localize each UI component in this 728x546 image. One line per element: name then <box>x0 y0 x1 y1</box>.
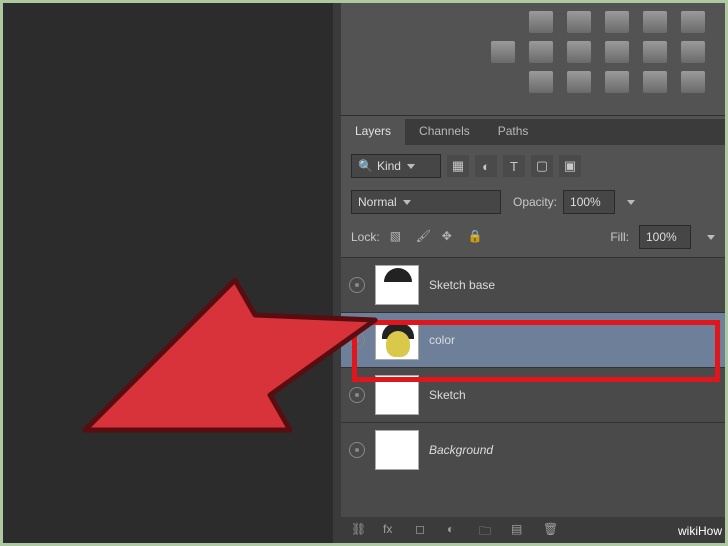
right-panels: Layers Channels Paths 🔍 Kind ▦ ◐ T ▢ ▣ N… <box>341 3 725 543</box>
gradient-map-icon[interactable] <box>643 71 667 93</box>
watermark: wikiHow <box>678 522 722 540</box>
channel-mixer-icon[interactable] <box>643 41 667 63</box>
visibility-icon[interactable] <box>349 387 365 403</box>
layer-row[interactable]: color <box>341 312 725 367</box>
canvas-area <box>3 3 333 543</box>
filter-kind-select[interactable]: 🔍 Kind <box>351 154 441 178</box>
tab-layers[interactable]: Layers <box>341 119 405 145</box>
posterize-icon[interactable] <box>567 71 591 93</box>
blend-mode-value: Normal <box>358 195 397 209</box>
fill-label: Fill: <box>610 230 629 244</box>
chevron-down-icon[interactable] <box>627 200 635 205</box>
link-layers-icon[interactable]: ⛓ <box>351 522 367 538</box>
layers-bottom-bar: ⛓ fx ◻ ◐ 🗀 ▤ 🗑 <box>341 517 725 543</box>
color-lookup-icon[interactable] <box>681 41 705 63</box>
visibility-icon[interactable] <box>349 442 365 458</box>
invert-icon[interactable] <box>529 71 553 93</box>
filter-pixel-icon[interactable]: ▦ <box>447 155 469 177</box>
lock-label: Lock: <box>351 230 380 244</box>
chevron-down-icon <box>407 164 415 169</box>
layer-row[interactable]: Background <box>341 422 725 477</box>
new-layer-icon[interactable]: ▤ <box>511 522 527 538</box>
threshold-icon[interactable] <box>605 71 629 93</box>
layer-row[interactable]: Sketch <box>341 367 725 422</box>
blend-mode-select[interactable]: Normal <box>351 190 501 214</box>
filter-type-icon[interactable]: T <box>503 155 525 177</box>
color-balance-icon[interactable] <box>529 41 553 63</box>
opacity-input[interactable]: 100% <box>563 190 615 214</box>
opacity-value: 100% <box>570 195 601 209</box>
adjustment-layer-icon[interactable]: ◐ <box>447 522 463 538</box>
blend-row: Normal Opacity: 100% <box>351 189 715 215</box>
layer-name[interactable]: Sketch <box>429 388 717 402</box>
search-icon: 🔍 <box>358 159 373 173</box>
filter-adjustment-icon[interactable]: ◐ <box>475 155 497 177</box>
layer-thumbnail[interactable] <box>375 265 419 305</box>
chevron-down-icon[interactable] <box>707 235 715 240</box>
layers-list: Sketch base color Sketch Background <box>341 257 725 517</box>
layer-row[interactable]: Sketch base <box>341 257 725 312</box>
panel-divider[interactable] <box>333 3 341 543</box>
photo-filter-icon[interactable] <box>605 41 629 63</box>
panel-tabs: Layers Channels Paths <box>341 119 725 145</box>
adjustments-panel <box>341 3 725 108</box>
layer-name[interactable]: Sketch base <box>429 278 717 292</box>
fx-icon[interactable]: fx <box>383 522 399 538</box>
separator <box>341 115 725 116</box>
lock-row: Lock: ▧ 🖌 ✥ 🔒 Fill: 100% <box>351 225 715 249</box>
delete-layer-icon[interactable]: 🗑 <box>543 522 559 538</box>
chevron-down-icon <box>403 200 411 205</box>
visibility-icon[interactable] <box>349 277 365 293</box>
lock-move-icon[interactable]: ✥ <box>442 229 458 245</box>
layer-thumbnail[interactable] <box>375 375 419 415</box>
lock-all-icon[interactable]: 🔒 <box>468 229 484 245</box>
tab-paths[interactable]: Paths <box>484 119 543 145</box>
lock-paint-icon[interactable]: 🖌 <box>416 229 432 245</box>
brightness-icon[interactable] <box>529 11 553 33</box>
filter-smart-icon[interactable]: ▣ <box>559 155 581 177</box>
visibility-icon[interactable] <box>349 332 365 348</box>
fill-value: 100% <box>646 230 677 244</box>
group-icon[interactable]: 🗀 <box>479 522 495 538</box>
layer-thumbnail[interactable] <box>375 320 419 360</box>
layer-thumbnail[interactable] <box>375 430 419 470</box>
vibrance-icon[interactable] <box>681 11 705 33</box>
lock-transparency-icon[interactable]: ▧ <box>390 229 406 245</box>
filter-kind-label: Kind <box>377 159 401 173</box>
layer-filter-row: 🔍 Kind ▦ ◐ T ▢ ▣ <box>351 153 715 179</box>
curves-icon[interactable] <box>605 11 629 33</box>
hue-icon[interactable] <box>491 41 515 63</box>
exposure-icon[interactable] <box>643 11 667 33</box>
fill-input[interactable]: 100% <box>639 225 691 249</box>
filter-shape-icon[interactable]: ▢ <box>531 155 553 177</box>
levels-icon[interactable] <box>567 11 591 33</box>
selective-color-icon[interactable] <box>681 71 705 93</box>
tab-channels[interactable]: Channels <box>405 119 484 145</box>
bw-icon[interactable] <box>567 41 591 63</box>
layer-name[interactable]: color <box>429 333 717 347</box>
layer-name[interactable]: Background <box>429 443 717 457</box>
mask-icon[interactable]: ◻ <box>415 522 431 538</box>
opacity-label: Opacity: <box>513 195 557 209</box>
